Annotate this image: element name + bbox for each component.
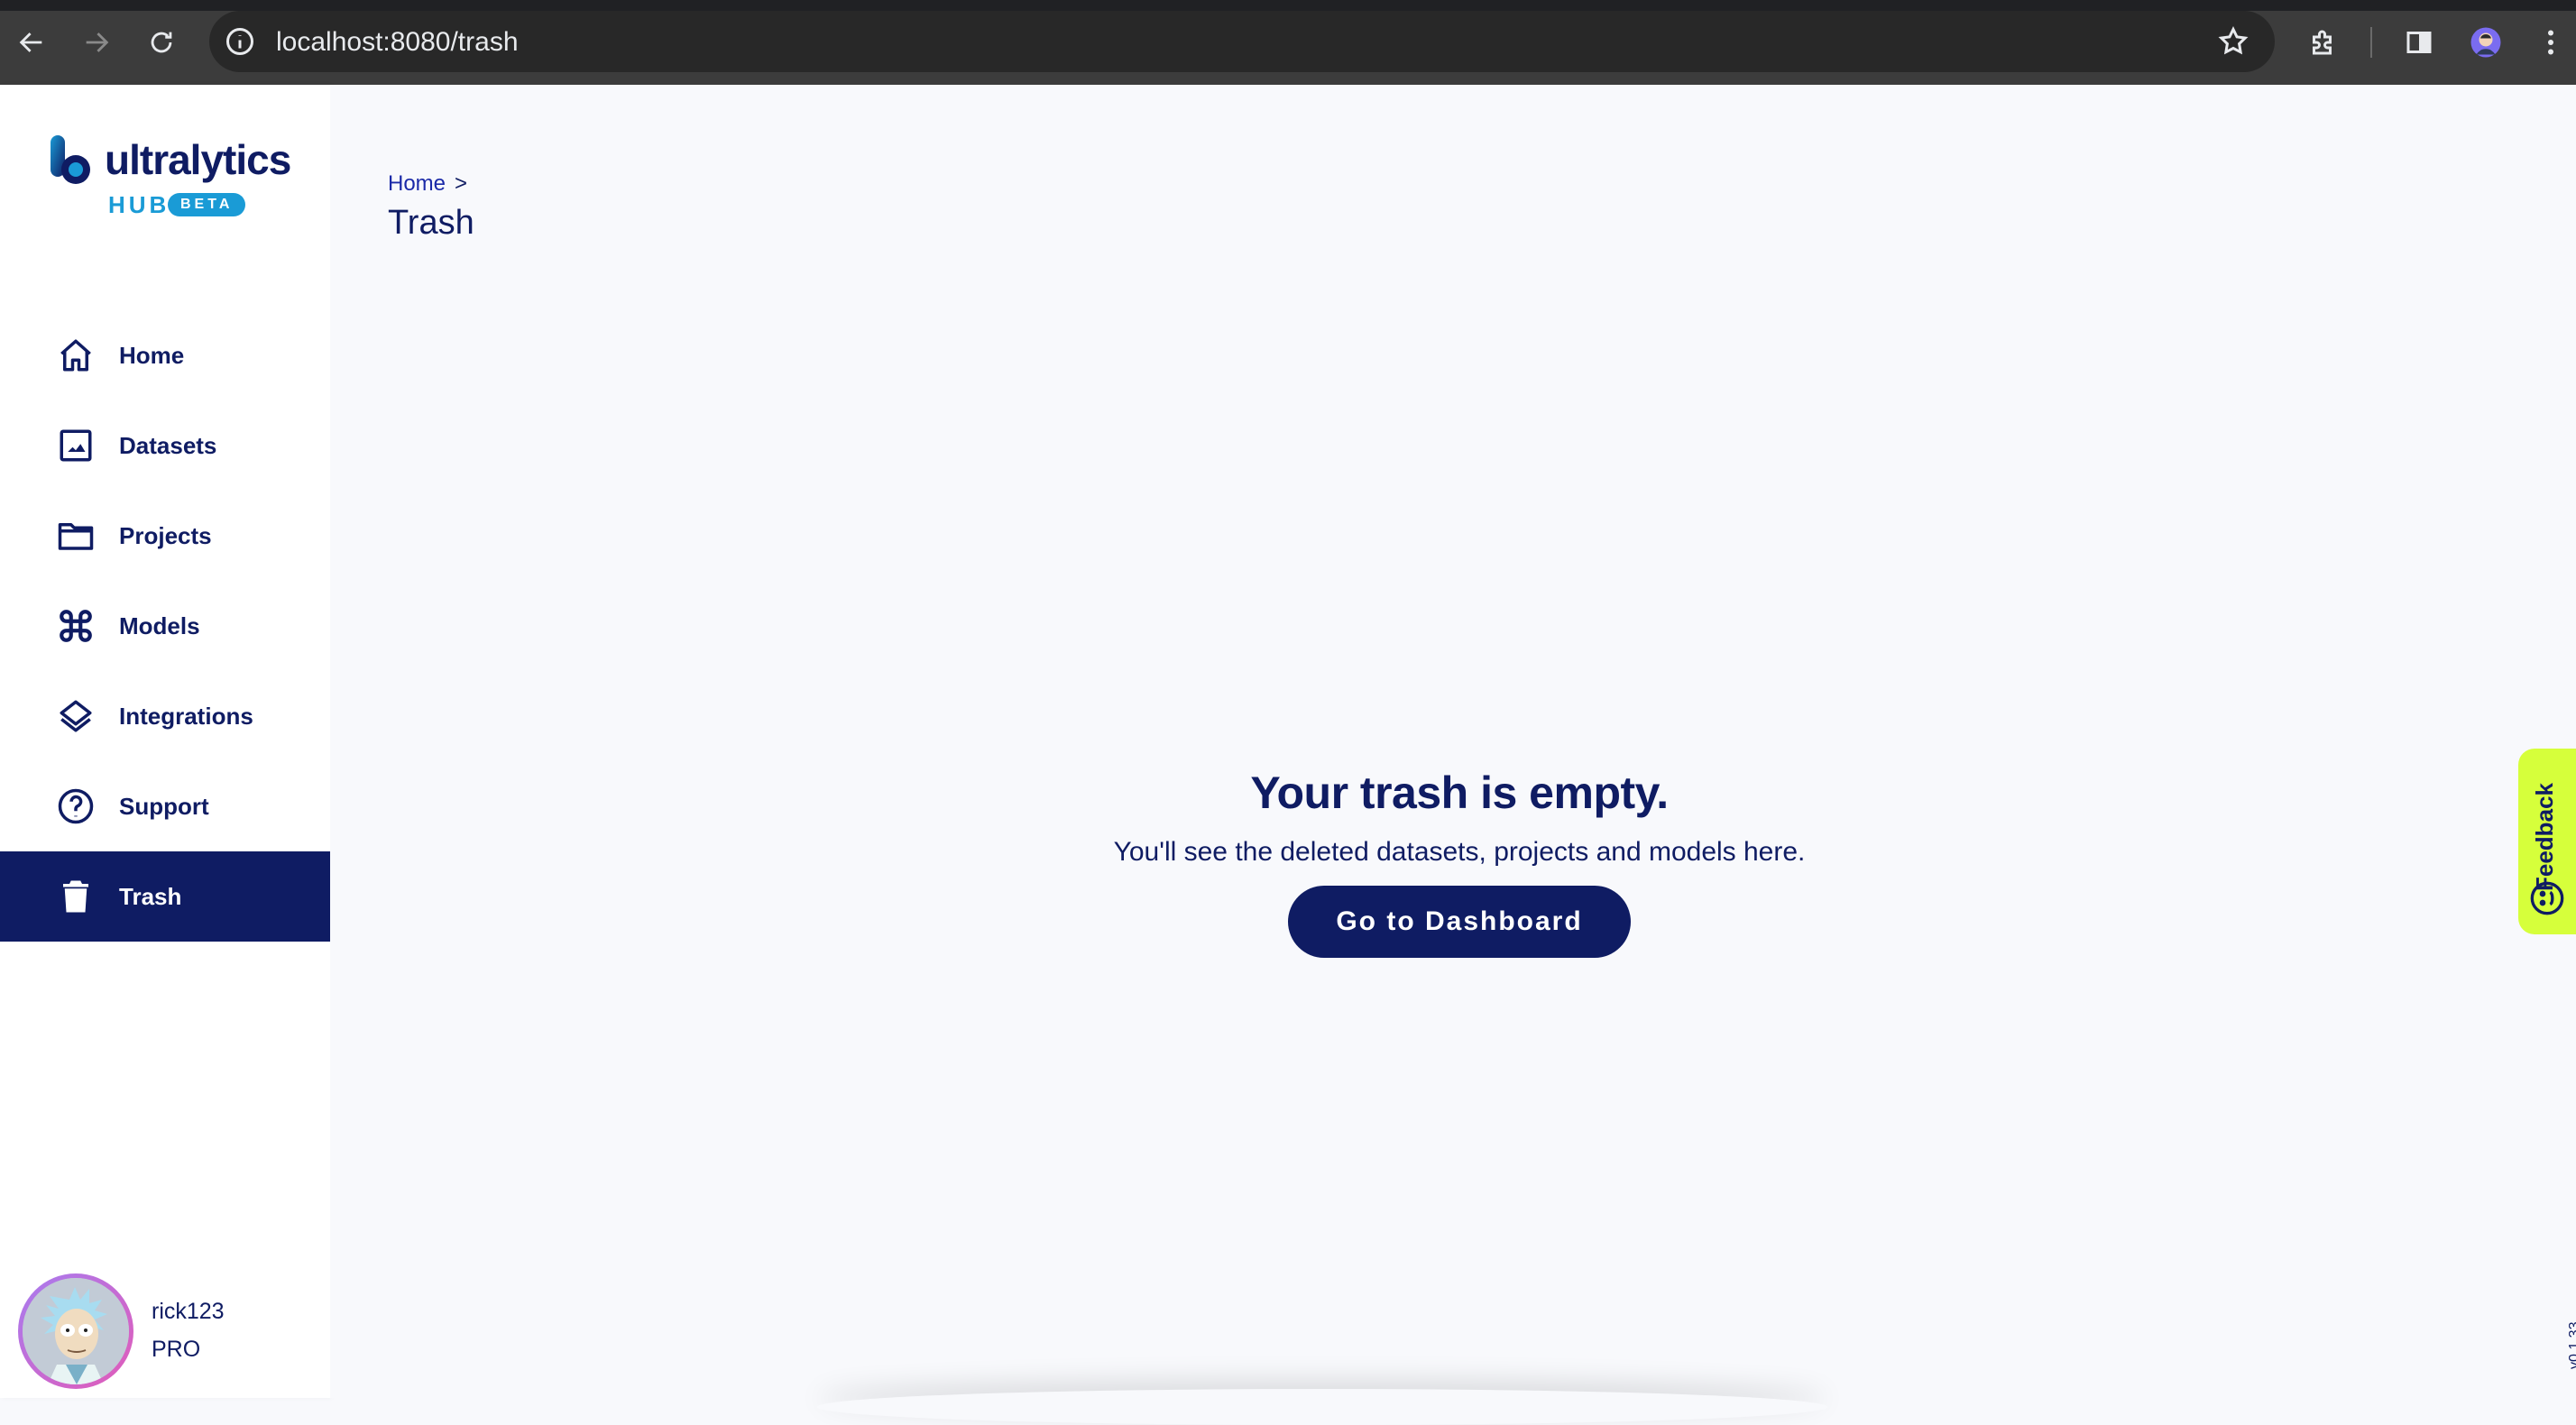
- empty-state-heading: Your trash is empty.: [1250, 768, 1669, 818]
- feedback-label: Feedback: [2531, 783, 2558, 891]
- kebab-menu-icon[interactable]: [2531, 23, 2571, 62]
- address-bar[interactable]: localhost:8080/trash: [209, 11, 2275, 72]
- breadcrumb-home-link[interactable]: Home: [388, 171, 446, 196]
- sidebar-item-label: Home: [119, 341, 185, 369]
- sidebar-item-label: Support: [119, 792, 209, 820]
- user-profile[interactable]: rick123 PRO: [18, 1273, 316, 1391]
- brand-name: ultralytics: [105, 136, 291, 183]
- empty-state-message: You'll see the deleted datasets, project…: [1113, 837, 1806, 867]
- breadcrumb-separator: >: [455, 171, 468, 196]
- reload-icon[interactable]: [139, 20, 184, 65]
- sidebar-item-support[interactable]: Support: [0, 761, 330, 851]
- sidebar: ultralytics HUB BETA Home Datasets Proje…: [0, 85, 330, 1398]
- extensions-icon[interactable]: [2304, 23, 2343, 62]
- avatar[interactable]: [18, 1273, 133, 1389]
- image-icon: [56, 426, 96, 465]
- user-name: rick123: [152, 1299, 225, 1324]
- folder-icon: [56, 516, 96, 556]
- url-text[interactable]: localhost:8080/trash: [276, 27, 519, 58]
- main-content: Home > Trash Your trash is empty. You'll …: [330, 85, 2576, 1398]
- browser-toolbar: localhost:8080/trash: [0, 0, 2576, 85]
- sidebar-item-label: Models: [119, 611, 200, 639]
- forward-icon[interactable]: [74, 20, 119, 65]
- sidebar-item-integrations[interactable]: Integrations: [0, 671, 330, 761]
- sidebar-item-label: Projects: [119, 521, 212, 549]
- sidebar-item-trash[interactable]: Trash: [0, 851, 330, 942]
- sidebar-item-models[interactable]: Models: [0, 581, 330, 671]
- page-title: Trash: [388, 204, 474, 242]
- smile-icon: [2530, 881, 2564, 915]
- profile-avatar-icon[interactable]: [2466, 23, 2506, 62]
- ultralytics-hub-logo[interactable]: ultralytics HUB BETA: [49, 135, 301, 225]
- trash-icon: [56, 877, 96, 916]
- go-to-dashboard-button[interactable]: Go to Dashboard: [1288, 886, 1631, 958]
- layers-icon: [56, 696, 96, 736]
- brand-sub: HUB: [108, 191, 170, 218]
- sidebar-menu: Home Datasets Projects Models Integratio…: [0, 310, 330, 942]
- home-icon: [56, 336, 96, 375]
- sidebar-item-datasets[interactable]: Datasets: [0, 400, 330, 491]
- command-icon: [56, 606, 96, 646]
- ultralytics-logo-mark: [51, 135, 90, 184]
- version-label: v0.1.33: [2567, 1321, 2576, 1369]
- help-circle-icon: [56, 786, 96, 826]
- side-panel-icon[interactable]: [2399, 23, 2439, 62]
- feedback-tab[interactable]: Feedback: [2518, 749, 2576, 934]
- sidebar-item-projects[interactable]: Projects: [0, 491, 330, 581]
- sidebar-item-label: Integrations: [119, 702, 253, 730]
- breadcrumb: Home >: [388, 171, 467, 197]
- sidebar-item-home[interactable]: Home: [0, 310, 330, 400]
- toolbar-divider: [2370, 27, 2372, 58]
- empty-state: Your trash is empty. You'll see the dele…: [330, 767, 2576, 958]
- beta-badge: BETA: [168, 193, 246, 216]
- bottom-shadow: [817, 1389, 1827, 1425]
- back-icon[interactable]: [9, 20, 54, 65]
- sidebar-item-label: Trash: [119, 882, 182, 910]
- bookmark-star-icon[interactable]: [2217, 25, 2249, 58]
- info-icon[interactable]: [224, 25, 256, 58]
- tab-strip: [0, 0, 2576, 11]
- user-plan: PRO: [152, 1337, 201, 1362]
- sidebar-item-label: Datasets: [119, 431, 217, 459]
